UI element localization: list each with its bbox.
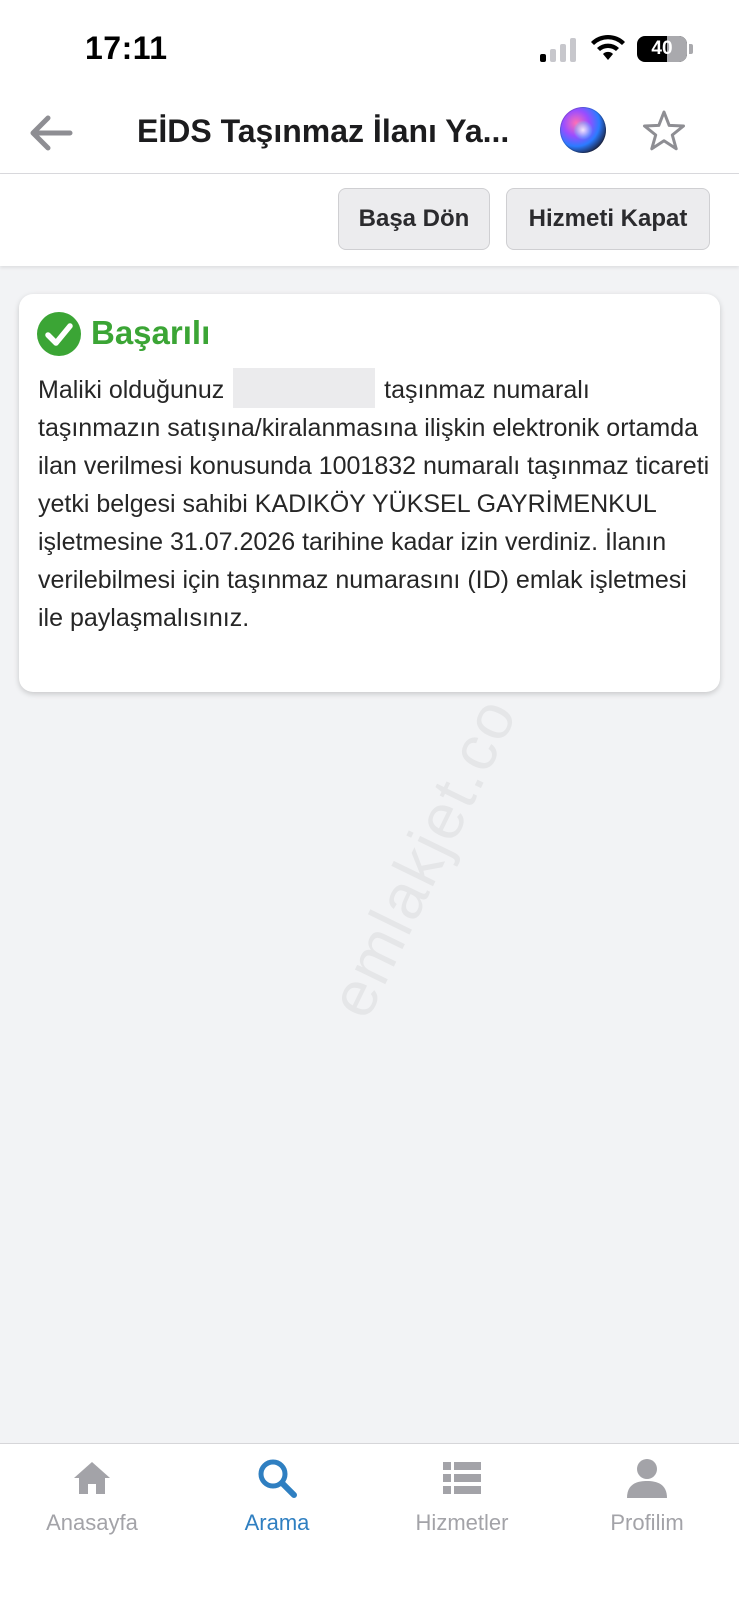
tab-search-label: Arama [244, 1510, 310, 1535]
tab-profile-label: Profilim [610, 1510, 684, 1535]
message-text-after: taşınmaz numaralı taşınmazın satışına/ki… [38, 376, 710, 632]
arrow-left-icon[interactable] [26, 111, 76, 155]
tab-services[interactable]: Hizmetler [382, 1456, 542, 1546]
status-time: 17:11 [85, 30, 168, 66]
tab-home[interactable]: Anasayfa [12, 1456, 172, 1546]
battery-tip [689, 44, 693, 54]
tab-bar: Anasayfa Arama Hizmetler Profilim [0, 1443, 739, 1601]
wifi-icon [591, 34, 625, 60]
navigation-bar: EİDS Taşınmaz İlanı Ya... [0, 95, 739, 174]
battery-percent: 40 [651, 38, 673, 59]
action-toolbar: Başa Dön Hizmeti Kapat [0, 174, 739, 266]
tab-services-label: Hizmetler [415, 1510, 509, 1535]
home-icon [74, 1462, 110, 1494]
tab-profile[interactable]: Profilim [567, 1456, 727, 1546]
page-title: EİDS Taşınmaz İlanı Ya... [137, 113, 510, 149]
list-icon [443, 1462, 481, 1494]
search-icon [258, 1459, 297, 1498]
cellular-signal-icon [540, 38, 578, 62]
siri-icon[interactable] [560, 107, 606, 153]
redacted-property-number [233, 368, 376, 408]
status-bar: 17:11 40 [0, 0, 739, 95]
message-text-before: Maliki olduğunuz [38, 376, 225, 404]
tab-search[interactable]: Arama [197, 1456, 357, 1546]
success-message: Maliki olduğunuz taşınmaz numaralı taşın… [38, 368, 710, 637]
success-card: Başarılı Maliki olduğunuz taşınmaz numar… [19, 294, 720, 692]
close-service-button[interactable]: Hizmeti Kapat [506, 188, 710, 250]
watermark: emlakjet.co [314, 685, 531, 1029]
back-to-start-button[interactable]: Başa Dön [338, 188, 490, 250]
star-outline-icon[interactable] [640, 107, 688, 155]
check-circle-icon [37, 312, 81, 356]
tab-home-label: Anasayfa [46, 1510, 138, 1535]
person-icon [627, 1459, 667, 1498]
battery-icon: 40 [637, 36, 687, 62]
success-title: Başarılı [91, 314, 211, 351]
